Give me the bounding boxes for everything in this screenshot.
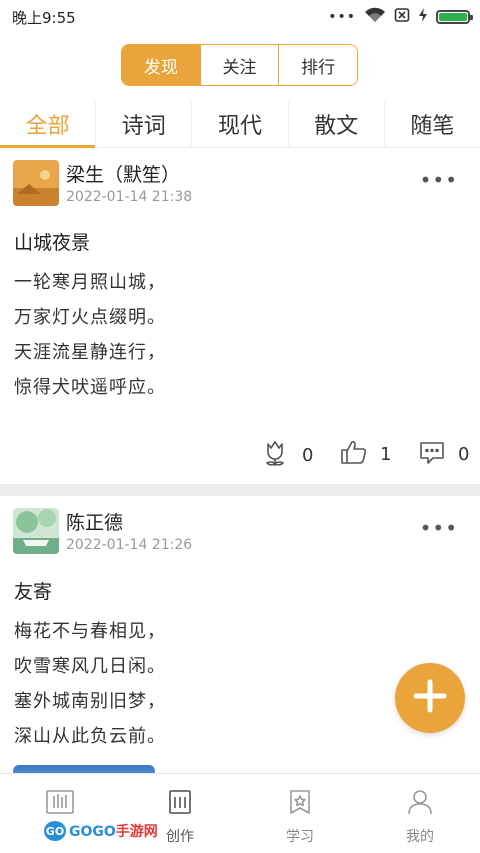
library-icon [45, 788, 75, 820]
bookmark-star-icon [286, 788, 314, 820]
person-icon [406, 788, 434, 820]
nav-label: 我的 [406, 829, 434, 845]
post-body[interactable]: 一轮寒月照山城， 万家灯火点缀明。 天涯流星静连行， 惊得犬吠遥呼应。 [14, 265, 166, 405]
post-line: 万家灯火点缀明。 [14, 307, 166, 328]
post-line: 吹雪寒风几日闲。 [14, 656, 166, 677]
wifi-icon [364, 7, 386, 27]
nav-label: 创作 [166, 829, 194, 845]
watermark-badge: GO [44, 821, 66, 841]
watermark-text-a: GOGO [69, 824, 116, 840]
post-card[interactable]: 陈正德 2022-01-14 21:26 ••• 友寄 梅花不与春相见， 吹雪寒… [0, 496, 480, 785]
comment-button[interactable]: 0 [418, 438, 469, 471]
comment-icon [418, 438, 446, 471]
post-line: 深山从此负云前。 [14, 726, 166, 747]
status-icons: ••• [328, 7, 473, 27]
post-body[interactable]: 梅花不与春相见， 吹雪寒风几日闲。 塞外城南别旧梦， 深山从此负云前。 [14, 614, 166, 754]
sim-off-icon [394, 7, 410, 27]
tab-follow[interactable]: 关注 [200, 45, 280, 85]
nav-study[interactable]: 学习 [240, 774, 360, 853]
battery-level [439, 13, 467, 21]
tab-discover[interactable]: 发现 [122, 45, 201, 85]
category-tab-essay[interactable]: 随笔 [385, 100, 480, 147]
post-line: 一轮寒月照山城， [14, 272, 166, 293]
post-time: 2022-01-14 21:26 [66, 537, 193, 553]
category-tab-poetry[interactable]: 诗词 [96, 100, 193, 147]
create-post-button[interactable] [395, 663, 465, 733]
post-time: 2022-01-14 21:38 [66, 189, 193, 205]
post-card[interactable]: 梁生（默笙） 2022-01-14 21:38 ••• 山城夜景 一轮寒月照山城… [0, 148, 480, 484]
top-tab-switcher: 发现 关注 排行 [121, 44, 358, 86]
watermark-logo: GO GOGO手游网 [44, 820, 158, 842]
flower-button[interactable]: 0 [260, 438, 313, 473]
author-name[interactable]: 梁生（默笙） [66, 160, 180, 187]
battery-icon [436, 10, 473, 24]
more-options-icon[interactable]: ••• [420, 170, 458, 190]
nav-label: 学习 [286, 829, 314, 845]
flower-count: 0 [302, 445, 314, 466]
post-actions: 0 1 0 [0, 438, 480, 472]
author-avatar[interactable] [13, 508, 59, 554]
post-divider [0, 484, 480, 496]
flower-icon [260, 438, 290, 473]
post-line: 天涯流星静连行， [14, 342, 166, 363]
compose-icon [166, 788, 194, 820]
status-bar: 晚上9:55 ••• [0, 0, 480, 34]
post-line: 梅花不与春相见， [14, 621, 166, 642]
nav-me[interactable]: 我的 [360, 774, 480, 853]
category-tab-prose[interactable]: 散文 [289, 100, 385, 147]
more-options-icon[interactable]: ••• [420, 518, 458, 538]
author-name[interactable]: 陈正德 [66, 508, 123, 535]
post-title[interactable]: 山城夜景 [14, 228, 90, 255]
author-avatar[interactable] [13, 160, 59, 206]
more-dots-icon: ••• [328, 9, 356, 25]
status-time: 晚上9:55 [12, 8, 76, 27]
like-count: 1 [380, 444, 392, 465]
category-tab-modern[interactable]: 现代 [192, 100, 289, 147]
thumbs-up-icon [340, 438, 368, 471]
like-button[interactable]: 1 [340, 438, 391, 471]
post-line: 惊得犬吠遥呼应。 [14, 377, 166, 398]
tab-ranking[interactable]: 排行 [279, 45, 357, 85]
comment-count: 0 [458, 444, 470, 465]
category-tabs: 全部 诗词 现代 散文 随笔 [0, 100, 480, 148]
category-tab-all[interactable]: 全部 [0, 100, 97, 148]
post-line: 塞外城南别旧梦， [14, 691, 166, 712]
watermark-text-b: 手游网 [115, 824, 158, 840]
post-title[interactable]: 友寄 [14, 577, 52, 604]
watermark-text: GOGO手游网 [69, 821, 158, 841]
plus-icon [412, 678, 448, 718]
charging-icon [418, 7, 428, 27]
